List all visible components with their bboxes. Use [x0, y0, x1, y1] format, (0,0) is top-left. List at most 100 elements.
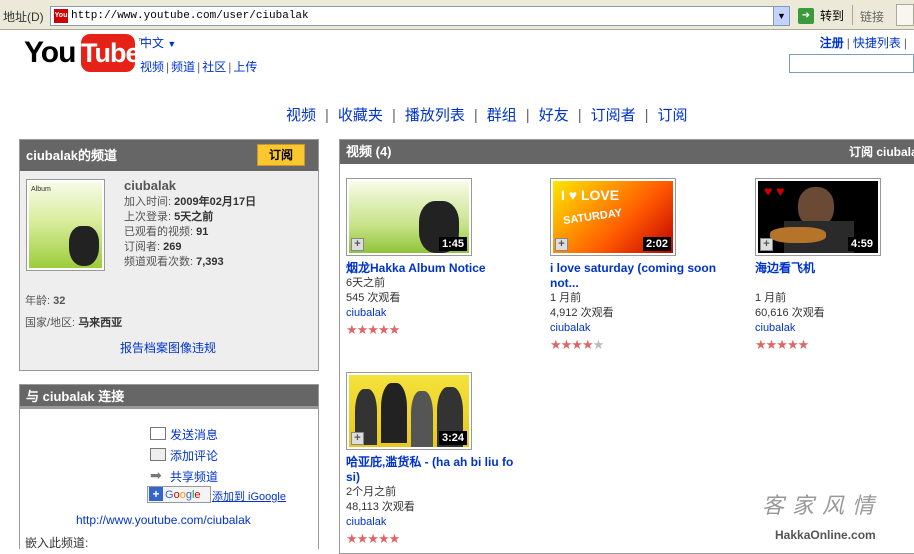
- arrow-right-icon: ➜: [798, 8, 814, 24]
- toolbar-extra-button[interactable]: [896, 4, 914, 26]
- video-user-link[interactable]: ciubalak: [755, 321, 914, 336]
- channel-panel-header: ciubalak的频道 订阅: [20, 140, 318, 171]
- subscribers-row: 订阅者: 269: [124, 241, 182, 253]
- account-links: 注册 | 快捷列表 |: [819, 36, 907, 50]
- connect-panel-header: 与 ciubalak 连接: [20, 385, 318, 409]
- address-label: 地址(D): [3, 10, 44, 24]
- watermark-url: HakkaOnline.com: [775, 528, 876, 542]
- video-views: 4,912 次观看: [550, 307, 614, 319]
- video-age: 1 月前: [755, 292, 787, 304]
- add-to-quicklist-icon[interactable]: +: [351, 432, 364, 445]
- avatar-image: Album: [29, 182, 102, 268]
- videos-panel-header: 视频 (4) 订阅 ciubala: [340, 140, 914, 164]
- video-duration: 2:02: [642, 237, 671, 251]
- video-user-link[interactable]: ciubalak: [346, 306, 526, 321]
- video-item: I ♥ LOVE SATURDAY + 2:02 i love saturday…: [550, 178, 730, 354]
- links-button[interactable]: 链接: [860, 8, 884, 25]
- embed-label: 嵌入此频道:: [25, 536, 89, 550]
- video-title-link[interactable]: 烟龙Hakka Album Notice: [346, 261, 526, 276]
- top-nav: 视频 | 频道 | 社区 | 上传: [140, 60, 258, 74]
- video-user-link[interactable]: ciubalak: [550, 321, 730, 336]
- channel-tab-groups[interactable]: 群组: [487, 107, 517, 124]
- channel-nav: 视频 | 收藏夹 | 播放列表 | 群组 | 好友 | 订阅者 | 订阅: [286, 107, 688, 124]
- nav-upload[interactable]: 上传: [233, 60, 257, 74]
- search-input[interactable]: [789, 54, 914, 73]
- send-message-link[interactable]: 发送消息: [150, 426, 218, 443]
- logo-tube: Tube: [81, 34, 141, 72]
- address-input[interactable]: You http://www.youtube.com/user/ciubalak…: [50, 6, 790, 26]
- video-title-link[interactable]: 哈亚庇,滥货私 - (ha ah bi liu fo si): [346, 455, 526, 485]
- videos-title: 视频 (4): [346, 144, 392, 159]
- video-views: 545 次观看: [346, 292, 401, 304]
- add-to-google-button[interactable]: + Google: [147, 486, 211, 503]
- video-title-link[interactable]: 海边看飞机: [755, 261, 914, 276]
- connect-title: 与 ciubalak 连接: [26, 389, 125, 404]
- channel-tab-friends[interactable]: 好友: [539, 107, 569, 124]
- last-login-row: 上次登录: 5天之前: [124, 211, 214, 223]
- youtube-favicon-icon: You: [54, 9, 68, 23]
- avatar[interactable]: Album: [26, 179, 105, 271]
- chevron-down-icon[interactable]: ▼: [773, 7, 789, 25]
- channel-url-link[interactable]: http://www.youtube.com/ciubalak: [76, 513, 251, 527]
- video-views: 48,113 次观看: [346, 501, 415, 513]
- channel-username: ciubalak: [124, 178, 177, 193]
- video-rating: ★★★★★: [755, 337, 809, 352]
- go-label: 转到: [820, 9, 845, 23]
- logo-you: You: [24, 36, 76, 69]
- plus-icon: +: [149, 487, 163, 501]
- add-comment-link[interactable]: 添加评论: [150, 447, 218, 464]
- signup-link[interactable]: 注册: [820, 36, 844, 50]
- nav-channels[interactable]: 频道: [171, 60, 195, 74]
- video-age: 6天之前: [346, 277, 386, 289]
- channel-tab-videos[interactable]: 视频: [286, 107, 316, 124]
- channel-tab-subscriptions[interactable]: 订阅: [658, 107, 688, 124]
- country-row: 国家/地区: 马来西亚: [25, 317, 123, 329]
- video-age: 1 月前: [550, 292, 582, 304]
- go-button[interactable]: ➜ 转到: [798, 6, 844, 26]
- video-thumbnail[interactable]: ♥ ♥ + 4:59: [755, 178, 881, 256]
- channel-title: ciubalak的频道: [26, 148, 118, 163]
- channel-tab-subscribers[interactable]: 订阅者: [591, 107, 636, 124]
- envelope-icon: [150, 427, 166, 440]
- chevron-down-icon: ▼: [167, 39, 177, 49]
- browser-address-bar: 地址(D) You http://www.youtube.com/user/ci…: [0, 0, 914, 30]
- channel-tab-favorites[interactable]: 收藏夹: [338, 107, 383, 124]
- add-to-igoogle-link[interactable]: 添加到 iGoogle: [212, 488, 286, 504]
- report-image-link[interactable]: 报告档案图像违规: [120, 339, 216, 356]
- video-duration: 3:24: [438, 431, 467, 445]
- videos-watched-row: 已观看的视频: 91: [124, 226, 209, 238]
- video-item: + 3:24 哈亚庇,滥货私 - (ha ah bi liu fo si) 2个…: [346, 372, 526, 548]
- video-rating: ★★★★★: [346, 531, 400, 546]
- video-duration: 4:59: [847, 237, 876, 251]
- video-thumbnail[interactable]: I ♥ LOVE SATURDAY + 2:02: [550, 178, 676, 256]
- channel-views-row: 频道观看次数: 7,393: [124, 256, 224, 268]
- subscribe-link[interactable]: 订阅 ciubala: [849, 140, 914, 164]
- nav-videos[interactable]: 视频: [140, 60, 164, 74]
- comment-icon: [150, 448, 166, 461]
- video-title-link[interactable]: i love saturday (coming soon not...: [550, 261, 730, 291]
- avatar-face: [69, 226, 99, 266]
- add-to-quicklist-icon[interactable]: +: [555, 238, 568, 251]
- age-row: 年龄: 32: [25, 295, 66, 307]
- toolbar-divider: [852, 5, 853, 25]
- video-thumbnail[interactable]: + 3:24: [346, 372, 472, 450]
- add-to-quicklist-icon[interactable]: +: [760, 238, 773, 251]
- share-channel-link[interactable]: ➡ 共享频道: [150, 468, 218, 485]
- video-views: 60,616 次观看: [755, 307, 825, 319]
- video-age: 2个月之前: [346, 486, 397, 498]
- channel-tab-playlists[interactable]: 播放列表: [405, 107, 465, 124]
- nav-community[interactable]: 社区: [202, 60, 226, 74]
- avatar-caption: Album: [31, 186, 51, 193]
- subscribe-button[interactable]: 订阅: [257, 144, 305, 166]
- connect-panel: 与 ciubalak 连接 发送消息 添加评论 ➡ 共享频道 + Google 添…: [19, 384, 319, 550]
- video-rating: ★★★★★: [550, 337, 604, 352]
- quicklist-link[interactable]: 快捷列表: [853, 36, 901, 50]
- language-selector[interactable]: 中文 ▼: [140, 34, 176, 51]
- add-to-quicklist-icon[interactable]: +: [351, 238, 364, 251]
- video-user-link[interactable]: ciubalak: [346, 515, 526, 530]
- share-arrow-icon: ➡: [150, 467, 162, 483]
- channel-info-panel: ciubalak的频道 订阅 Album ciubalak 加入时间: 2009…: [19, 139, 319, 371]
- video-rating: ★★★★★: [346, 322, 400, 337]
- video-thumbnail[interactable]: + 1:45: [346, 178, 472, 256]
- joined-row: 加入时间: 2009年02月17日: [124, 196, 257, 208]
